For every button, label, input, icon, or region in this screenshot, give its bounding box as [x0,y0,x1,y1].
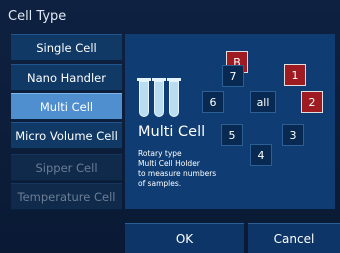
dialog-title: Cell Type [8,9,67,24]
slot-5[interactable]: 5 [221,124,243,146]
single-cell-button[interactable]: Single Cell [11,34,122,61]
slot-all[interactable]: all [250,91,276,113]
nano-handler-button[interactable]: Nano Handler [11,64,122,91]
panel-title: Multi Cell [138,124,206,140]
slot-7[interactable]: 7 [222,65,244,87]
panel-description: Rotary type Multi Cell Holder to measure… [138,149,217,188]
sipper-cell-button: Sipper Cell [11,154,122,181]
multi-cell-button[interactable]: Multi Cell [11,93,122,120]
temperature-cell-button: Temperature Cell [11,183,122,210]
micro-volume-cell-button[interactable]: Micro Volume Cell [11,122,122,149]
slot-2[interactable]: 2 [301,91,323,113]
cell-detail-panel: Multi Cell Rotary type Multi Cell Holder… [125,34,335,209]
ok-button[interactable]: OK [125,223,244,253]
slot-1[interactable]: 1 [284,64,306,86]
slot-4[interactable]: 4 [250,144,272,166]
slot-6[interactable]: 6 [202,91,224,113]
cell-type-dialog: Cell Type Single Cell Nano Handler Multi… [0,0,340,253]
cancel-button[interactable]: Cancel [248,223,340,253]
slot-3[interactable]: 3 [282,124,304,146]
